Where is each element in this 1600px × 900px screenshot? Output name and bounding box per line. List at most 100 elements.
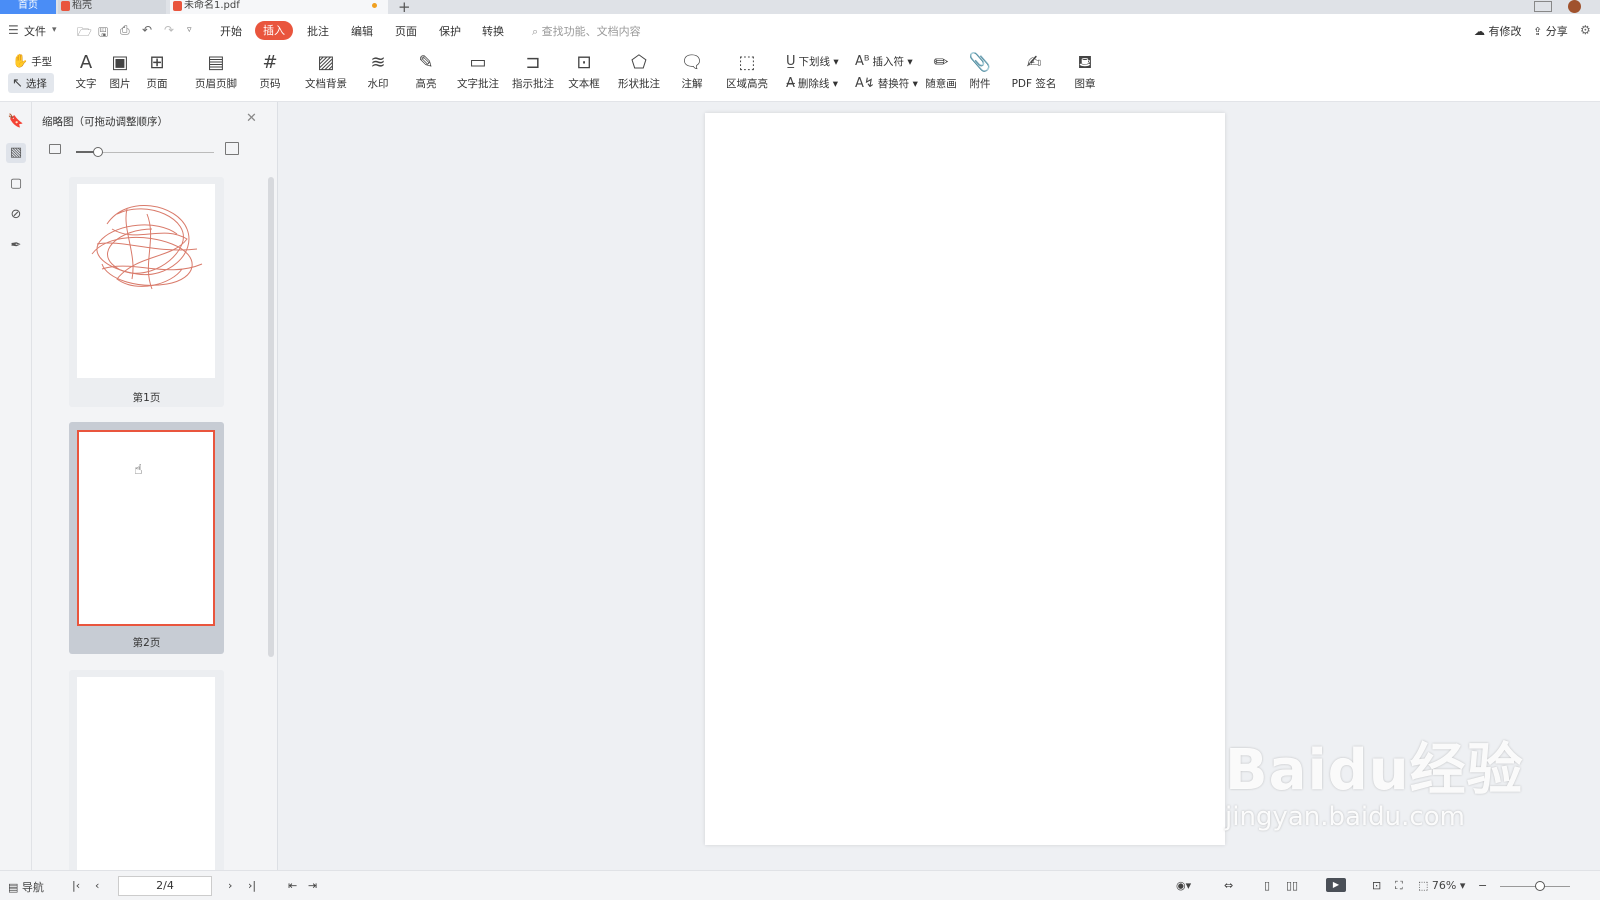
menu-annotate[interactable]: 批注 (307, 23, 329, 39)
thumbnail-page-image (77, 184, 215, 378)
page-thumbnail-3[interactable] (69, 670, 224, 870)
open-folder-icon[interactable]: 🗁 (77, 23, 92, 44)
insert-text-button[interactable]: A 文字 (72, 50, 100, 91)
thumbnail-icon[interactable]: ▧ (6, 143, 26, 163)
shape-annotation-button[interactable]: ⬠ 形状批注 (612, 50, 666, 91)
single-page-icon[interactable]: ▯ (1264, 879, 1270, 892)
replace-mark-label: 替换符 (877, 78, 910, 90)
back-icon[interactable]: ⇤ (288, 879, 297, 892)
menu-protect[interactable]: 保护 (439, 23, 461, 39)
menu-convert[interactable]: 转换 (482, 23, 504, 39)
zoom-select[interactable]: ⬚ 76% ▾ (1418, 879, 1465, 892)
page-number-button[interactable]: # 页码 (254, 50, 286, 91)
first-page-icon[interactable]: |‹ (72, 879, 80, 892)
thumbnail-scrollbar[interactable] (268, 177, 274, 657)
settings-icon[interactable]: ⚙ (1580, 23, 1591, 37)
freehand-button[interactable]: ✏ 随意画 (924, 50, 958, 91)
prev-page-icon[interactable]: ‹ (95, 879, 99, 892)
menu-page[interactable]: 页面 (395, 23, 417, 39)
signature-icon: ✍ (1026, 52, 1042, 73)
attachment-panel-icon[interactable]: ⊘ (6, 205, 26, 225)
has-changes-button[interactable]: ☁ 有修改 (1474, 23, 1522, 39)
insert-image-button[interactable]: ▣ 图片 (106, 50, 134, 91)
scribble-drawing (91, 205, 203, 290)
avatar[interactable] (1568, 0, 1581, 13)
window-layout-icon[interactable] (1534, 1, 1552, 12)
underline-button[interactable]: U̲ 下划线 ▾ (786, 54, 839, 69)
print-icon[interactable]: ⎙ (120, 23, 130, 38)
comment-icon[interactable]: ▢ (6, 174, 26, 194)
attachment-label: 附件 (969, 78, 991, 90)
cursor-icon: ↖ (12, 76, 23, 91)
pointer-annotation-button[interactable]: ⊐ 指示批注 (510, 50, 556, 91)
page-number-input[interactable]: 2/4 (118, 876, 212, 896)
highlight-button[interactable]: ✎ 高亮 (410, 50, 442, 91)
next-page-icon[interactable]: › (228, 879, 232, 892)
menu-insert[interactable]: 插入 (255, 21, 293, 40)
close-icon[interactable]: ✕ (246, 111, 257, 126)
text-annotation-button[interactable]: ▭ 文字批注 (455, 50, 501, 91)
large-thumbnail-icon[interactable] (225, 142, 239, 155)
doc-background-label: 文档背景 (305, 78, 347, 90)
menu-edit[interactable]: 编辑 (351, 23, 373, 39)
document-page[interactable] (705, 113, 1225, 845)
note-label: 注解 (681, 78, 703, 90)
customize-toolbar-icon[interactable]: ▿ (187, 25, 192, 35)
note-button[interactable]: 🗨 注解 (676, 50, 708, 91)
page-thumbnail-caption: 第2页 (132, 637, 161, 649)
shape-icon: ⬠ (631, 52, 647, 73)
header-footer-button[interactable]: ▤ 页眉页脚 (188, 50, 244, 91)
highlighter-icon: ✎ (418, 52, 434, 73)
pointer-annotation-label: 指示批注 (512, 78, 554, 90)
doc-background-button[interactable]: ▨ 文档背景 (298, 50, 354, 91)
stamp-label: 图章 (1074, 78, 1096, 90)
file-menu[interactable]: 文件 (24, 23, 46, 39)
last-page-icon[interactable]: ›| (248, 879, 256, 892)
small-thumbnail-icon[interactable] (49, 144, 61, 154)
page-thumbnail-caption: 第1页 (132, 392, 161, 404)
navigation-button[interactable]: ▤ 导航 (8, 879, 44, 895)
page-thumbnail-2[interactable]: ☝ 第2页 (69, 422, 224, 654)
signature-panel-icon[interactable]: ✒ (6, 236, 26, 256)
hamburger-icon[interactable]: ☰ (8, 23, 19, 37)
select-tool[interactable]: ↖ 选择 (12, 76, 47, 91)
thumbnail-panel-title: 缩略图（可拖动调整顺序） (42, 116, 168, 128)
bookmark-icon[interactable]: 🔖 (6, 112, 26, 132)
zoom-out-icon[interactable]: − (1478, 879, 1487, 892)
redo-icon[interactable]: ↷ (164, 23, 174, 37)
area-highlight-button[interactable]: ⬚ 区域高亮 (720, 50, 774, 91)
stamp-button[interactable]: ⛾ 图章 (1070, 50, 1100, 91)
search-input[interactable]: ⌕ 查找功能、文档内容 (532, 23, 641, 39)
eye-protection-icon[interactable]: ◉▾ (1176, 879, 1191, 892)
textbox-button[interactable]: ⊡ 文本框 (566, 50, 602, 91)
double-page-icon[interactable]: ▯▯ (1286, 879, 1298, 892)
ribbon-toolbar: ✋ 手型 ↖ 选择 A 文字 ▣ 图片 ⊞ 页面 ▤ 页眉页脚 # 页码 ▨ 文档背景 ≋ 水印 … (0, 48, 1600, 102)
actual-size-icon[interactable]: ⊡ (1372, 879, 1381, 892)
tab-home[interactable]: 首页 (0, 0, 56, 14)
pdf-sign-button[interactable]: ✍ PDF 签名 (1006, 50, 1062, 91)
zoom-slider-knob[interactable] (1535, 881, 1545, 891)
insert-page-button[interactable]: ⊞ 页面 (140, 50, 174, 91)
thumbnail-size-slider-knob[interactable] (93, 147, 103, 157)
play-icon[interactable]: ▶ (1326, 878, 1346, 892)
fit-page-icon[interactable]: ⛶ (1395, 879, 1403, 893)
tab-docer[interactable]: 稻壳 (58, 0, 166, 14)
page-thumbnail-1[interactable]: 第1页 (69, 177, 224, 407)
insert-mark-button[interactable]: Aᴮ 插入符 ▾ (855, 54, 913, 69)
pen-icon: ✏ (933, 52, 949, 73)
menu-start[interactable]: 开始 (220, 23, 242, 39)
undo-icon[interactable]: ↶ (142, 23, 152, 37)
fit-width-icon[interactable]: ⇔ (1224, 879, 1233, 892)
background-icon: ▨ (317, 52, 335, 73)
attachment-button[interactable]: 📎 附件 (966, 50, 994, 91)
forward-icon[interactable]: ⇥ (308, 879, 317, 892)
strikethrough-button[interactable]: A̶ 删除线 ▾ (786, 76, 838, 91)
share-button[interactable]: ⇪ 分享 (1533, 23, 1568, 39)
hand-tool[interactable]: ✋ 手型 (12, 54, 52, 69)
underline-icon: U̲ (786, 54, 796, 69)
watermark-button[interactable]: ≋ 水印 (362, 50, 394, 91)
save-icon[interactable]: 🖫 (98, 23, 108, 44)
replace-mark-button[interactable]: A↯ 替换符 ▾ (855, 76, 918, 91)
tab-pdf-document[interactable]: 未命名1.pdf (170, 0, 388, 14)
chevron-down-icon[interactable]: ▾ (52, 25, 57, 35)
